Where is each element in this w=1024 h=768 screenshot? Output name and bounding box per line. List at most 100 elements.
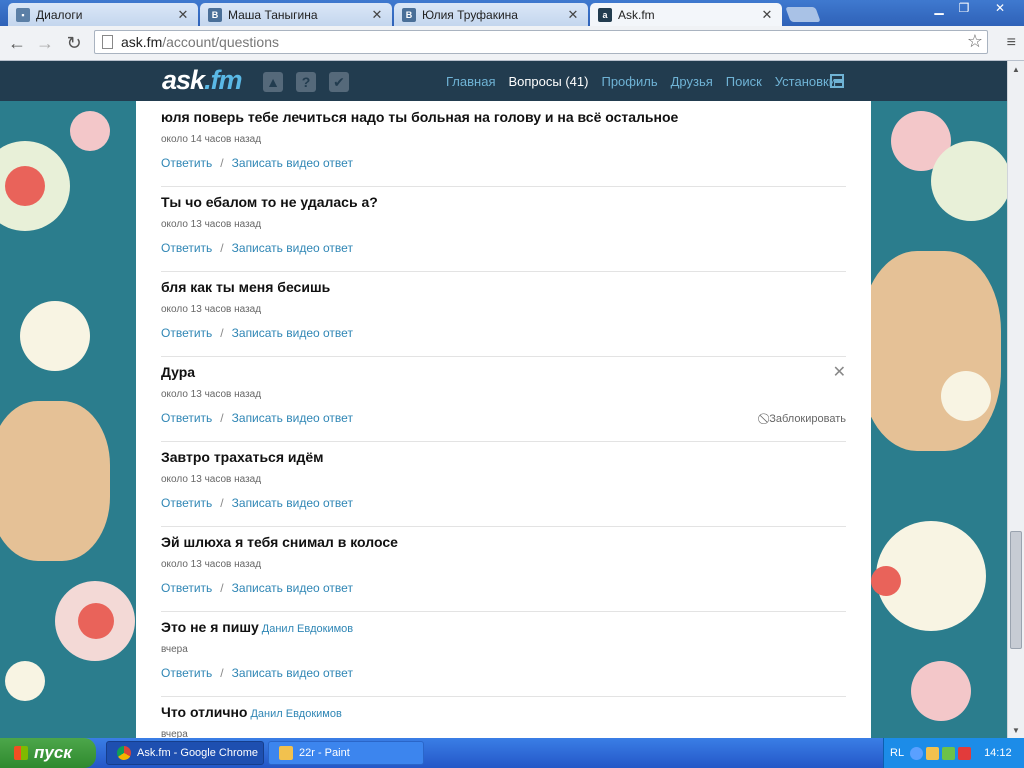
question-actions: Ответить / Записать видео ответ <box>161 156 353 170</box>
question-actions: Ответить / Записать видео ответ <box>161 496 353 510</box>
question-text: Эй шлюха я тебя снимал в колосе <box>161 534 398 550</box>
question-actions: Ответить / Записать видео ответ <box>161 581 353 595</box>
start-label: пуск <box>34 743 72 762</box>
url-host: ask.fm <box>121 34 163 50</box>
taskbar-item-paint[interactable]: 22r - Paint <box>268 741 424 765</box>
site-header: ask.fm ▲ ? ✔ Главная Вопросы (41) Профил… <box>0 61 1007 101</box>
flower-decoration <box>5 166 45 206</box>
action-separator: / <box>220 581 224 595</box>
minimize-icon[interactable]: ▁ <box>928 0 950 16</box>
tray-app-icon[interactable] <box>926 746 940 760</box>
question-actions: Ответить / Записать видео ответ <box>161 411 353 425</box>
tab-askfm[interactable]: a Ask.fm ✕ <box>590 3 782 26</box>
delete-question-icon[interactable]: ✕ <box>833 362 846 382</box>
flower-decoration <box>941 371 991 421</box>
block-label: Заблокировать <box>769 413 846 425</box>
answer-icon[interactable]: ✔ <box>329 72 349 92</box>
language-indicator[interactable]: RL <box>890 747 904 759</box>
question-text: юля поверь тебе лечиться надо ты больная… <box>161 109 678 125</box>
tab-yulia[interactable]: B Юлия Труфакина ✕ <box>394 3 588 26</box>
video-answer-link[interactable]: Записать видео ответ <box>232 411 353 425</box>
tray-expand-icon[interactable] <box>910 746 924 760</box>
question-body: Что отлично <box>161 704 248 720</box>
video-answer-link[interactable]: Записать видео ответ <box>232 496 353 510</box>
scroll-thumb[interactable] <box>1010 531 1022 649</box>
question-author-link[interactable]: Данил Евдокимов <box>262 623 353 635</box>
answer-link[interactable]: Ответить <box>161 326 212 340</box>
page-scrollbar[interactable]: ▲ ▼ <box>1007 61 1024 738</box>
question-body: Это не я пишу <box>161 619 259 635</box>
address-bar[interactable]: ask.fm/account/questions ☆ <box>94 30 988 54</box>
answer-link[interactable]: Ответить <box>161 581 212 595</box>
flower-decoration <box>70 111 110 151</box>
nav-home[interactable]: Главная <box>446 74 495 89</box>
nav-settings[interactable]: Установки <box>775 74 836 89</box>
tab-title: Диалоги <box>36 7 83 22</box>
question-time: около 13 часов назад <box>161 219 262 230</box>
nav-questions[interactable]: Вопросы (41) <box>508 74 588 89</box>
scroll-down-icon[interactable]: ▼ <box>1008 723 1024 737</box>
video-answer-link[interactable]: Записать видео ответ <box>232 581 353 595</box>
reload-icon[interactable]: ↻ <box>63 32 85 54</box>
video-answer-link[interactable]: Записать видео ответ <box>232 326 353 340</box>
deer-decoration <box>871 251 1001 451</box>
tab-masha[interactable]: B Маша Таныгина ✕ <box>200 3 392 26</box>
tray-app-icon[interactable] <box>942 746 956 760</box>
question-text: Дура <box>161 364 195 380</box>
answer-link[interactable]: Ответить <box>161 411 212 425</box>
window-close-icon[interactable]: ✕ <box>985 0 1015 16</box>
scroll-up-icon[interactable]: ▲ <box>1008 62 1024 76</box>
question-time: вчера <box>161 729 188 738</box>
logout-icon[interactable] <box>830 74 844 88</box>
maximize-icon[interactable]: ❐ <box>953 0 975 16</box>
nav-profile[interactable]: Профиль <box>601 74 657 89</box>
background-pattern-right <box>871 101 1007 738</box>
bookmark-star-icon[interactable]: ☆ <box>967 31 983 52</box>
deer-decoration <box>0 401 110 561</box>
forward-icon[interactable]: → <box>34 32 56 54</box>
block-user-link[interactable]: ⃠ Заблокировать <box>766 413 846 426</box>
taskbar-item-chrome[interactable]: Ask.fm - Google Chrome <box>106 741 264 765</box>
question-item: Это не я пишу Данил Евдокимов вчера Ответ… <box>161 611 846 697</box>
close-icon[interactable]: ✕ <box>760 7 774 23</box>
start-button[interactable]: пуск <box>0 738 96 768</box>
tray-app-icon[interactable] <box>958 746 972 760</box>
tab-title: Маша Таныгина <box>228 7 318 22</box>
question-text: Ты чо ебалом то не удалась а? <box>161 194 378 210</box>
question-time: около 13 часов назад <box>161 304 262 315</box>
tab-title: Ask.fm <box>618 7 655 22</box>
back-icon[interactable]: ← <box>6 32 28 54</box>
new-tab-button[interactable] <box>785 7 821 22</box>
askfm-logo[interactable]: ask.fm <box>162 65 243 96</box>
question-item: Завтро трахаться идём около 13 часов наз… <box>161 441 846 527</box>
close-icon[interactable]: ✕ <box>370 7 384 23</box>
chrome-menu-icon[interactable]: ≡ <box>1007 34 1016 52</box>
action-separator: / <box>220 241 224 255</box>
question-actions: Ответить / Записать видео ответ <box>161 241 353 255</box>
flower-decoration <box>5 661 45 701</box>
nav-search[interactable]: Поиск <box>726 74 762 89</box>
video-answer-link[interactable]: Записать видео ответ <box>232 241 353 255</box>
video-answer-link[interactable]: Записать видео ответ <box>232 666 353 680</box>
tab-dialogs[interactable]: ▪ Диалоги ✕ <box>8 3 198 26</box>
question-text: Завтро трахаться идём <box>161 449 324 465</box>
nav-friends[interactable]: Друзья <box>671 74 713 89</box>
close-icon[interactable]: ✕ <box>566 7 580 23</box>
question-item: Эй шлюха я тебя снимал в колосе около 13… <box>161 526 846 612</box>
question-item: Ты чо ебалом то не удалась а? около 13 ч… <box>161 186 846 272</box>
question-author-link[interactable]: Данил Евдокимов <box>250 708 341 720</box>
flower-decoration <box>911 661 971 721</box>
flower-decoration <box>78 603 114 639</box>
answer-link[interactable]: Ответить <box>161 241 212 255</box>
answer-link[interactable]: Ответить <box>161 666 212 680</box>
question-item-hovered: Дура ✕ около 13 часов назад Ответить / Зап… <box>161 356 846 442</box>
answer-link[interactable]: Ответить <box>161 156 212 170</box>
answer-link[interactable]: Ответить <box>161 496 212 510</box>
clock: 14:12 <box>984 747 1012 759</box>
like-icon[interactable]: ▲ <box>263 72 283 92</box>
close-icon[interactable]: ✕ <box>176 7 190 23</box>
action-separator: / <box>220 496 224 510</box>
taskbar-item-label: 22r - Paint <box>299 747 350 759</box>
video-answer-link[interactable]: Записать видео ответ <box>232 156 353 170</box>
question-icon[interactable]: ? <box>296 72 316 92</box>
